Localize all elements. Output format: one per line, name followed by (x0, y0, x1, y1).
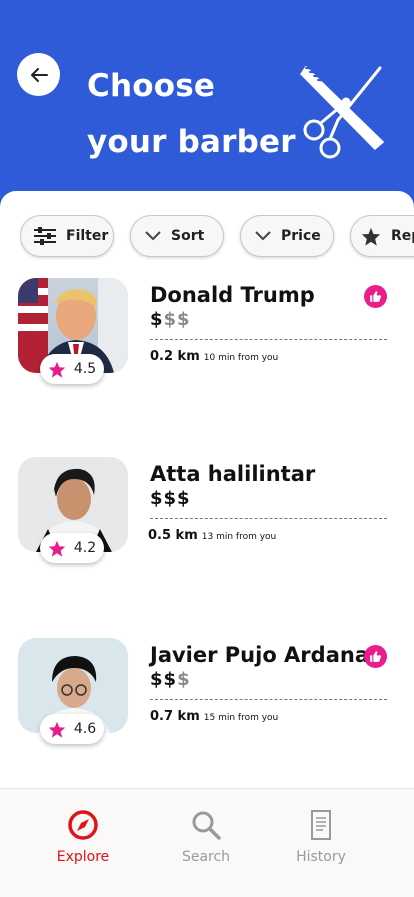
rating-value: 4.6 (73, 721, 97, 737)
reputation-chip[interactable]: Repu (350, 215, 414, 257)
filter-bar: Filter Sort Price Repu (20, 215, 414, 261)
price-chip[interactable]: Price (240, 215, 334, 257)
thumbs-up-icon (370, 651, 382, 662)
nav-explore[interactable]: Explore (33, 809, 133, 865)
distance-info: 0.5 km 13 min from you (148, 528, 277, 543)
divider (150, 518, 387, 519)
filter-chip-label: Filter (66, 228, 109, 244)
nav-history-label: History (296, 849, 346, 865)
compass-icon (68, 810, 98, 840)
barber-name: Donald Trump (150, 283, 315, 307)
star-icon (48, 361, 65, 378)
bottom-nav: Explore Search History (0, 788, 414, 897)
price-level: $$$ (150, 488, 191, 509)
filter-chip[interactable]: Filter (20, 215, 114, 257)
price-chip-label: Price (281, 228, 321, 244)
star-icon (48, 540, 65, 557)
back-button[interactable] (17, 53, 60, 96)
divider (150, 339, 387, 340)
rating-badge: 4.2 (40, 533, 104, 563)
nav-history[interactable]: History (271, 809, 371, 865)
star-icon (361, 227, 381, 246)
sort-chip-label: Sort (171, 228, 205, 244)
barber-name: Atta halilintar (150, 462, 316, 486)
arrow-left-icon (30, 67, 48, 82)
nav-search-label: Search (181, 849, 231, 865)
barber-name: Javier Pujo Ardana (150, 643, 369, 667)
nav-search[interactable]: Search (156, 809, 256, 865)
rating-value: 4.5 (73, 361, 97, 377)
chevron-down-icon (255, 231, 271, 241)
distance-info: 0.7 km 15 min from you (150, 709, 279, 724)
favorite-button[interactable] (364, 285, 387, 308)
barber-card[interactable]: 4.5 Donald Trump $$$ 0.2 km 10 min from y… (18, 278, 398, 408)
rating-badge: 4.6 (40, 714, 104, 744)
sort-chip[interactable]: Sort (130, 215, 224, 257)
rating-value: 4.2 (73, 540, 97, 556)
chevron-down-icon (145, 231, 161, 241)
rating-badge: 4.5 (40, 354, 104, 384)
price-level: $$$ (150, 309, 191, 330)
divider (150, 699, 387, 700)
barber-card[interactable]: 4.6 Javier Pujo Ardana $$$ 0.7 km 15 min … (18, 638, 398, 768)
thumbs-up-icon (370, 291, 382, 302)
price-level: $$$ (150, 669, 191, 690)
search-icon (192, 811, 221, 840)
distance-info: 0.2 km 10 min from you (150, 349, 279, 364)
barber-card[interactable]: 4.2 Atta halilintar $$$ 0.5 km 13 min fro… (18, 457, 398, 587)
nav-explore-label: Explore (56, 849, 110, 865)
sliders-icon (34, 227, 56, 245)
page-title: Choose your barber (87, 68, 296, 160)
header: Choose your barber (0, 0, 414, 200)
favorite-button[interactable] (364, 645, 387, 668)
scissors-comb-icon (300, 65, 385, 159)
reputation-chip-label: Repu (391, 228, 414, 244)
star-icon (48, 721, 65, 738)
document-icon (311, 810, 331, 840)
